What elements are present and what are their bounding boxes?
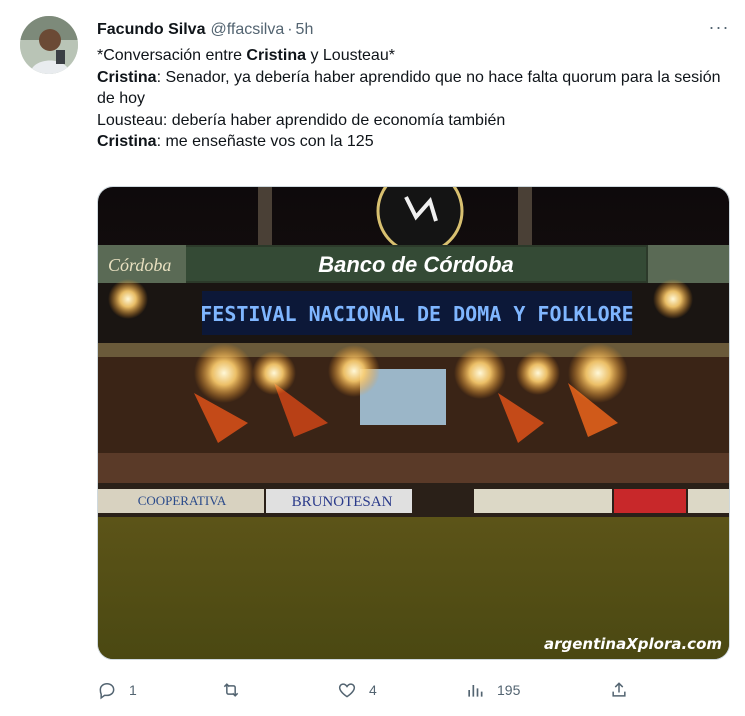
reply-icon [99,682,115,700]
sponsor-main-text: Banco de Córdoba [318,252,514,277]
bold-name: Cristina [246,47,306,64]
tweet-line: Cristina: me enseñaste vos con la 125 [97,131,727,153]
more-options-icon[interactable]: ··· [706,18,732,40]
action-bar: 1 4 195 [97,676,737,704]
views-count: 195 [497,682,521,698]
views-button[interactable]: 195 [465,676,520,704]
text-fragment: *Conversación entre [97,47,247,64]
share-button[interactable] [609,676,629,704]
separator: · [287,21,293,38]
sponsor-left-text: Córdoba [108,255,171,275]
tweet: Facundo Silva @ffacsilva · 5h ··· *Conve… [0,0,745,716]
tweet-image[interactable]: Córdoba Banco de Córdoba FESTIVAL NACION… [97,186,730,660]
tweet-header: Facundo Silva @ffacsilva · 5h [97,18,313,42]
reply-button[interactable]: 1 [97,676,137,704]
festival-banner: FESTIVAL NACIONAL DE DOMA Y FOLKLORE [200,302,633,326]
author-name[interactable]: Facundo Silva [97,21,205,39]
timestamp[interactable]: 5h [296,21,314,39]
heart-icon [338,683,356,698]
views-icon [468,685,483,697]
like-button[interactable]: 4 [337,676,377,704]
text-fragment: : me enseñaste vos con la 125 [156,133,374,150]
bold-name: Cristina [97,133,157,150]
text-fragment: y Lousteau* [306,47,395,64]
retweet-icon [223,683,239,697]
share-icon [612,682,626,697]
sign-brunotesan: BRUNOTESAN [292,494,393,510]
like-count: 4 [369,682,377,698]
tweet-line: Lousteau: debería haber aprendido de eco… [97,110,727,132]
reply-count: 1 [129,682,137,698]
bold-name: Cristina [97,68,157,86]
tweet-line: *Conversación entre Cristina y Lousteau* [97,45,727,67]
text-fragment: Lousteau: debería haber aprendido de eco… [97,111,506,129]
watermark-text: argentinaXplora.com [544,635,722,653]
tweet-line: Cristina: Senador, ya debería haber apre… [97,67,727,110]
text-fragment: : Senador, ya debería haber aprendido qu… [97,68,721,108]
author-handle[interactable]: @ffacsilva [210,21,284,39]
tweet-text: *Conversación entre Cristina y Lousteau*… [97,45,727,153]
retweet-button[interactable] [221,676,253,704]
avatar[interactable] [20,16,78,74]
sign-cooperativa: COOPERATIVA [138,493,227,508]
